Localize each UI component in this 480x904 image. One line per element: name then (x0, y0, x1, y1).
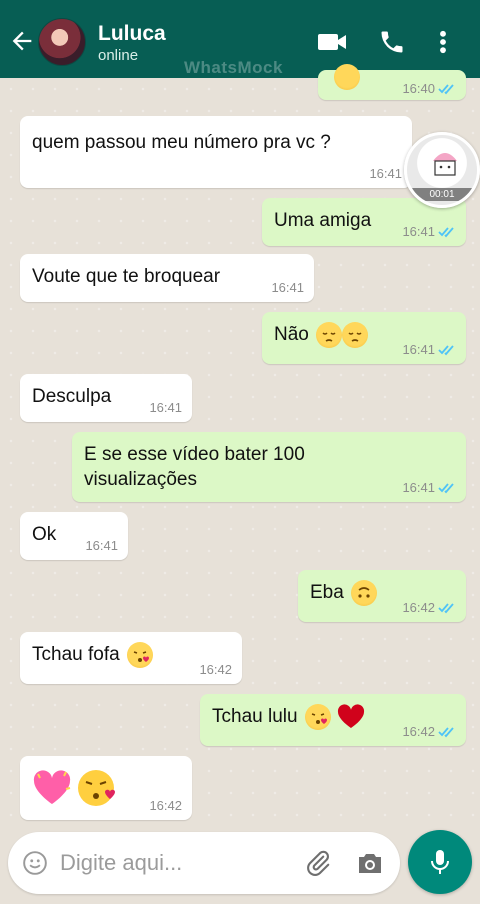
message-bubble[interactable]: Eba 16:42 (298, 570, 466, 622)
cupcake-icon (433, 153, 457, 176)
message-bubble[interactable]: quem passou meu número pra vc ? 16:41 (20, 116, 412, 188)
message-bubble[interactable]: 16:40 (318, 64, 466, 100)
read-ticks-icon (438, 83, 454, 94)
message-text: Desculpa (32, 386, 112, 407)
video-sticker-bubble[interactable]: 00:01 (404, 132, 480, 208)
camera-icon[interactable] (356, 850, 384, 876)
message-time: 16:41 (402, 480, 435, 495)
message-time: 16:41 (271, 280, 304, 295)
upside-down-face-icon (351, 580, 378, 606)
message-text: Eba (310, 582, 344, 604)
message-bubble[interactable]: Desculpa 16:41 (20, 374, 192, 422)
app-watermark: WhatsMock (184, 58, 283, 77)
read-ticks-icon (438, 482, 454, 493)
message-bubble[interactable]: E se esse vídeo bater 100 visualizações … (72, 432, 466, 502)
message-input[interactable] (60, 846, 290, 880)
message-time: 16:42 (199, 662, 232, 677)
message-text: Voute que te broquear (32, 266, 221, 287)
message-time: 16:42 (402, 600, 435, 615)
kissing-heart-face-icon (304, 704, 331, 730)
emoji-picker-icon[interactable] (22, 850, 48, 876)
message-bubble[interactable]: Não 16:41 (262, 312, 466, 364)
back-arrow-icon[interactable] (8, 27, 36, 55)
message-text: Não (274, 324, 309, 346)
pensive-face-icon (342, 322, 369, 348)
attach-icon[interactable] (304, 849, 332, 877)
red-heart-icon (338, 704, 365, 728)
message-bubble[interactable]: Tchau fofa 16:42 (20, 632, 242, 684)
message-time: 16:42 (149, 798, 182, 813)
avatar[interactable] (38, 18, 86, 66)
read-ticks-icon (438, 344, 454, 355)
message-time: 16:41 (402, 224, 435, 239)
video-call-icon[interactable] (316, 28, 348, 56)
message-bubble[interactable]: Voute que te broquear 16:41 (20, 254, 314, 302)
more-options-icon[interactable] (436, 28, 450, 56)
contact-status: online (98, 47, 139, 64)
voice-record-button[interactable] (408, 830, 472, 894)
message-text: Tchau fofa (32, 644, 120, 666)
kissing-heart-face-icon (78, 770, 115, 806)
message-bubble[interactable]: 16:42 (20, 756, 192, 820)
message-time: 16:42 (402, 724, 435, 739)
message-text: E se esse vídeo bater 100 (84, 444, 305, 465)
sticker-duration: 00:01 (407, 188, 477, 201)
message-time: 16:41 (85, 538, 118, 553)
message-time: 16:41 (402, 342, 435, 357)
message-text: quem passou meu número pra vc ? (32, 132, 331, 153)
message-text: Uma amiga (274, 210, 372, 231)
message-time: 16:40 (402, 81, 435, 96)
microphone-icon (431, 850, 449, 874)
kissing-heart-face-icon (126, 642, 153, 668)
message-time: 16:41 (369, 166, 402, 181)
message-bubble[interactable]: Tchau lulu 16:42 (200, 694, 466, 746)
message-input-bar (8, 832, 400, 894)
message-bubble[interactable]: Ok 16:41 (20, 512, 128, 560)
message-text: visualizações (84, 469, 197, 490)
message-text: Tchau lulu (212, 706, 298, 728)
contact-name[interactable]: Luluca (98, 22, 166, 46)
chat-header: Luluca online WhatsMock (0, 0, 480, 78)
read-ticks-icon (438, 226, 454, 237)
message-time: 16:41 (149, 400, 182, 415)
voice-call-icon[interactable] (376, 28, 408, 56)
message-text: Ok (32, 524, 57, 545)
pensive-face-icon (316, 322, 343, 348)
emoji-icon (334, 64, 360, 90)
read-ticks-icon (438, 726, 454, 737)
sparkling-heart-icon (33, 770, 71, 804)
read-ticks-icon (438, 602, 454, 613)
